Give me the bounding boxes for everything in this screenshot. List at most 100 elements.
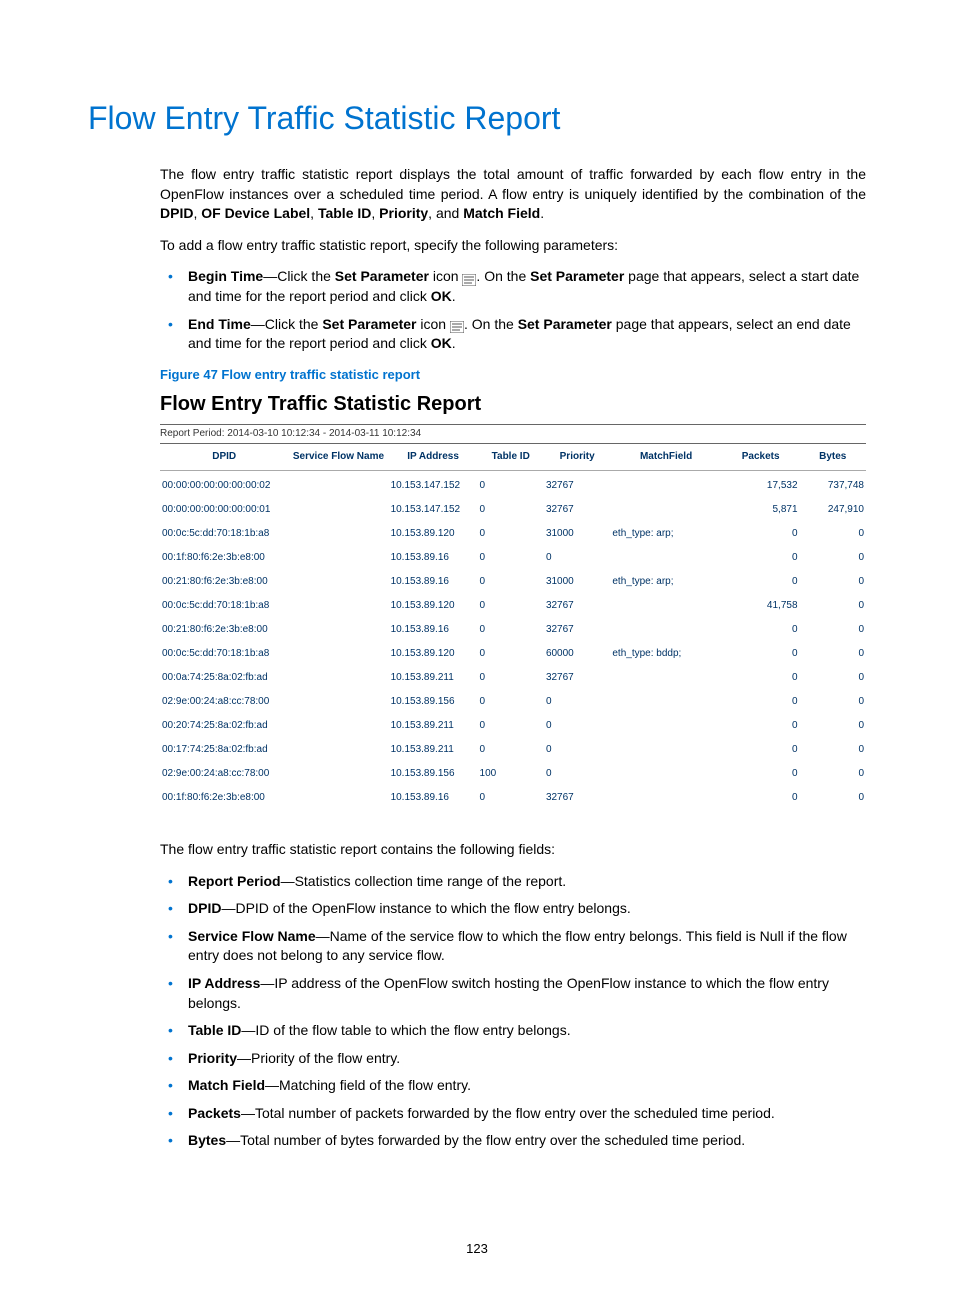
- cell-packets: 17,532: [722, 470, 800, 498]
- cell-match-field: [610, 666, 721, 690]
- cell-ip-address: 10.153.89.16: [389, 786, 478, 810]
- intro-text: The flow entry traffic statistic report …: [160, 166, 866, 202]
- cell-table-id: 0: [478, 714, 544, 738]
- param-text: —Click the: [251, 316, 323, 332]
- cell-table-id: 0: [478, 642, 544, 666]
- cell-bytes: 737,748: [800, 470, 866, 498]
- col-priority: Priority: [544, 444, 610, 471]
- col-packets: Packets: [722, 444, 800, 471]
- add-intro: To add a flow entry traffic statistic re…: [160, 236, 866, 256]
- cell-bytes: 0: [800, 546, 866, 570]
- intro-sep-3: , and: [428, 205, 463, 221]
- cell-match-field: [610, 762, 721, 786]
- cell-service-flow-name: [288, 618, 388, 642]
- cell-service-flow-name: [288, 642, 388, 666]
- field-label: Match Field: [188, 1077, 265, 1093]
- cell-packets: 0: [722, 666, 800, 690]
- cell-ip-address: 10.153.147.152: [389, 498, 478, 522]
- intro-sep-2: ,: [371, 205, 379, 221]
- cell-packets: 0: [722, 714, 800, 738]
- table-row: 02:9e:00:24:a8:cc:78:0010.153.89.1560000: [160, 690, 866, 714]
- parameter-list: Begin Time—Click the Set Parameter icon …: [160, 267, 866, 353]
- cell-priority: 32767: [544, 786, 610, 810]
- fields-list: Report Period—Statistics collection time…: [160, 872, 866, 1152]
- figure-caption: Figure 47 Flow entry traffic statistic r…: [160, 366, 866, 384]
- cell-bytes: 0: [800, 690, 866, 714]
- cell-bytes: 0: [800, 522, 866, 546]
- param-begin-time: Begin Time—Click the Set Parameter icon …: [160, 267, 866, 306]
- cell-ip-address: 10.153.147.152: [389, 470, 478, 498]
- cell-bytes: 0: [800, 666, 866, 690]
- table-row: 00:20:74:25:8a:02:fb:ad10.153.89.2110000: [160, 714, 866, 738]
- cell-table-id: 0: [478, 690, 544, 714]
- cell-priority: 32767: [544, 666, 610, 690]
- param-bold: OK: [431, 288, 452, 304]
- param-text: . On the: [464, 316, 518, 332]
- intro-sep-4: .: [540, 205, 544, 221]
- table-row: 00:0c:5c:dd:70:18:1b:a810.153.89.1200310…: [160, 522, 866, 546]
- cell-ip-address: 10.153.89.211: [389, 714, 478, 738]
- cell-table-id: 0: [478, 786, 544, 810]
- cell-match-field: eth_type: arp;: [610, 570, 721, 594]
- field-label: Table ID: [188, 1022, 241, 1038]
- cell-dpid: 00:00:00:00:00:00:00:02: [160, 470, 288, 498]
- param-text: .: [452, 288, 456, 304]
- cell-dpid: 00:1f:80:f6:2e:3b:e8:00: [160, 786, 288, 810]
- field-desc: —Total number of bytes forwarded by the …: [226, 1132, 745, 1148]
- param-bold: Set Parameter: [335, 268, 429, 284]
- cell-priority: 32767: [544, 470, 610, 498]
- report-title: Flow Entry Traffic Statistic Report: [160, 390, 866, 418]
- col-ip-address: IP Address: [389, 444, 478, 471]
- table-row: 00:1f:80:f6:2e:3b:e8:0010.153.89.160000: [160, 546, 866, 570]
- cell-ip-address: 10.153.89.120: [389, 594, 478, 618]
- cell-ip-address: 10.153.89.211: [389, 738, 478, 762]
- cell-table-id: 0: [478, 498, 544, 522]
- param-text: icon: [429, 268, 462, 284]
- cell-table-id: 100: [478, 762, 544, 786]
- cell-match-field: [610, 546, 721, 570]
- cell-service-flow-name: [288, 666, 388, 690]
- cell-match-field: [610, 498, 721, 522]
- cell-priority: 60000: [544, 642, 610, 666]
- report-figure: Flow Entry Traffic Statistic Report Repo…: [160, 390, 866, 810]
- content-body: The flow entry traffic statistic report …: [160, 165, 866, 1151]
- field-label: Report Period: [188, 873, 281, 889]
- cell-priority: 32767: [544, 618, 610, 642]
- cell-packets: 0: [722, 786, 800, 810]
- col-service-flow-name: Service Flow Name: [288, 444, 388, 471]
- table-row: 02:9e:00:24:a8:cc:78:0010.153.89.1561000…: [160, 762, 866, 786]
- cell-packets: 0: [722, 618, 800, 642]
- cell-bytes: 0: [800, 618, 866, 642]
- cell-priority: 0: [544, 690, 610, 714]
- field-desc: —DPID of the OpenFlow instance to which …: [221, 900, 630, 916]
- cell-bytes: 0: [800, 570, 866, 594]
- field-desc: —Total number of packets forwarded by th…: [241, 1105, 775, 1121]
- col-table-id: Table ID: [478, 444, 544, 471]
- cell-table-id: 0: [478, 738, 544, 762]
- field-label: IP Address: [188, 975, 260, 991]
- cell-service-flow-name: [288, 786, 388, 810]
- param-bold: OK: [431, 335, 452, 351]
- table-row: 00:0a:74:25:8a:02:fb:ad10.153.89.2110327…: [160, 666, 866, 690]
- intro-bold-3: Priority: [379, 205, 428, 221]
- cell-match-field: [610, 690, 721, 714]
- cell-ip-address: 10.153.89.156: [389, 690, 478, 714]
- cell-dpid: 02:9e:00:24:a8:cc:78:00: [160, 690, 288, 714]
- cell-ip-address: 10.153.89.16: [389, 570, 478, 594]
- cell-packets: 5,871: [722, 498, 800, 522]
- table-row: 00:21:80:f6:2e:3b:e8:0010.153.89.1603100…: [160, 570, 866, 594]
- cell-packets: 41,758: [722, 594, 800, 618]
- cell-priority: 32767: [544, 498, 610, 522]
- report-table: DPID Service Flow Name IP Address Table …: [160, 444, 866, 810]
- cell-packets: 0: [722, 690, 800, 714]
- cell-packets: 0: [722, 522, 800, 546]
- col-dpid: DPID: [160, 444, 288, 471]
- page-number: 123: [0, 1241, 954, 1256]
- field-desc: —Statistics collection time range of the…: [281, 873, 567, 889]
- set-parameter-icon: [450, 319, 464, 331]
- cell-table-id: 0: [478, 570, 544, 594]
- field-item: Bytes—Total number of bytes forwarded by…: [160, 1131, 866, 1151]
- cell-service-flow-name: [288, 738, 388, 762]
- document-page: Flow Entry Traffic Statistic Report The …: [0, 0, 954, 1296]
- field-label: DPID: [188, 900, 221, 916]
